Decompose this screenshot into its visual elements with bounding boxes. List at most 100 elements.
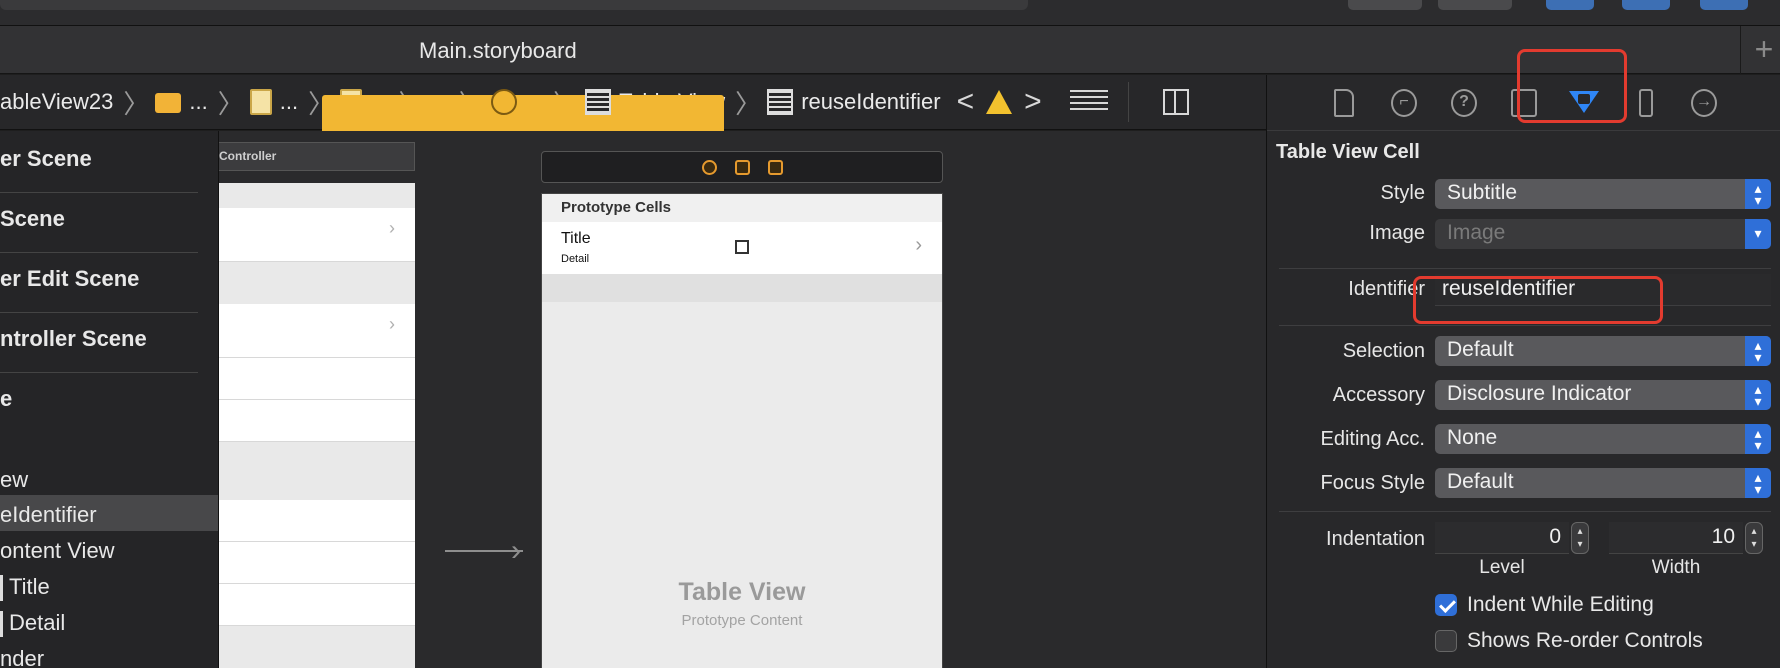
editor-options-icon[interactable] (1069, 90, 1108, 114)
prototype-cells-header: Prototype Cells (542, 194, 942, 222)
chevron-right-icon: › (389, 314, 395, 334)
outline-item[interactable]: Title (0, 574, 50, 602)
chevron-right-icon: 〉 (217, 88, 244, 119)
inspector-toggle-button[interactable] (1700, 0, 1748, 10)
outline-item[interactable]: e (0, 386, 12, 412)
outline-item[interactable]: er Edit Scene (0, 266, 139, 292)
split-editor-icon[interactable] (1162, 89, 1189, 115)
previous-issue-button[interactable]: < (957, 85, 975, 119)
table-row[interactable] (219, 500, 415, 542)
table-row[interactable] (219, 584, 415, 626)
add-tab-button[interactable]: + (1748, 32, 1780, 68)
chevron-right-icon: › (389, 218, 395, 238)
partial-scene[interactable]: Controller › › (219, 142, 415, 668)
shows-reorder-checkbox[interactable]: Shows Re-order Controls (1435, 628, 1703, 654)
label-icon (0, 575, 3, 602)
help-inspector-tab[interactable]: ? (1451, 89, 1477, 117)
exit-icon[interactable] (767, 159, 783, 175)
arrow-right-icon: → (1696, 93, 1712, 110)
checkbox-label: Shows Re-order Controls (1467, 629, 1703, 652)
indentation-level-field[interactable]: 0 (1435, 522, 1569, 554)
size-inspector-tab[interactable] (1633, 89, 1659, 117)
activity-bar (0, 0, 1028, 10)
outline-item[interactable]: ntroller Scene (0, 326, 147, 352)
breadcrumb-folder[interactable]: ... (155, 89, 215, 115)
table-row[interactable] (219, 358, 415, 400)
focus-style-popup[interactable]: Default ▴ ▾ (1435, 468, 1771, 498)
document-outline: er Scene Scene er Edit Scene ntroller Sc… (0, 131, 219, 668)
storyboard-file-icon (249, 89, 272, 115)
divider (1279, 511, 1771, 512)
outline-divider (0, 192, 198, 193)
chevron-updown-icon: ▴ ▾ (1745, 424, 1771, 454)
scene-dock (541, 151, 943, 183)
table-view-placeholder-subtitle: Prototype Content (681, 612, 803, 629)
cell-title-label: Title (561, 230, 591, 247)
file-inspector-tab[interactable] (1331, 89, 1357, 117)
chevron-updown-icon: ▴ ▾ (1745, 179, 1771, 209)
outline-item[interactable]: Detail (0, 610, 65, 638)
next-issue-button[interactable]: > (1024, 85, 1042, 119)
table-row[interactable]: › (219, 208, 415, 262)
chevron-right-icon: › (915, 234, 922, 256)
breadcrumb-scene[interactable]: ... (322, 89, 724, 625)
breadcrumb-cell[interactable]: reuseIdentifier (767, 89, 948, 115)
accessory-popup[interactable]: Disclosure Indicator ▴ ▾ (1435, 380, 1771, 410)
first-responder-icon[interactable] (734, 159, 750, 175)
style-value: Subtitle (1447, 181, 1518, 204)
jump-bar-divider (1127, 82, 1129, 122)
resize-handle[interactable] (735, 240, 749, 254)
chevron-down-icon[interactable]: ▾ (1745, 219, 1771, 249)
table-row[interactable] (219, 400, 415, 442)
tab-main-storyboard[interactable]: Main.storyboard (419, 38, 577, 64)
divider (1279, 325, 1771, 326)
image-combobox[interactable]: Image ▾ (1435, 219, 1771, 249)
table-view-placeholder-title: Table View (678, 578, 806, 606)
cell-detail-label: Detail (561, 253, 590, 265)
outline-item[interactable]: nder (0, 646, 44, 668)
breadcrumb-label: reuseIdentifier (801, 89, 941, 114)
image-placeholder: Image (1447, 221, 1506, 244)
checkbox-unchecked-icon (1435, 630, 1457, 652)
view-controller-icon[interactable] (701, 159, 717, 175)
warning-icon[interactable] (986, 90, 1013, 114)
focus-style-label: Focus Style (1320, 472, 1425, 494)
breadcrumb-project[interactable]: ableView23 (0, 89, 121, 115)
chevron-updown-icon: ▴ ▾ (1745, 468, 1771, 498)
chevron-right-icon: 〉 (735, 88, 762, 119)
storyboard-canvas[interactable]: Controller › › › Prototype Cells Title D… (219, 131, 1266, 668)
outline-item[interactable]: ew (0, 467, 28, 493)
outline-item-selected[interactable]: eIdentifier (0, 502, 97, 528)
indent-while-editing-checkbox[interactable]: Indent While Editing (1435, 592, 1654, 618)
table-view[interactable]: Prototype Cells Title Detail › Table Vie… (541, 193, 943, 668)
section-title: Table View Cell (1276, 141, 1420, 163)
toolbar-button[interactable] (1348, 0, 1422, 10)
width-label: Width (1651, 557, 1701, 578)
outline-item-label: Title (9, 574, 50, 599)
outline-item[interactable]: ontent View (0, 538, 115, 564)
outline-item[interactable]: er Scene (0, 146, 92, 172)
toolbar-button[interactable] (1438, 0, 1512, 10)
outline-item[interactable]: Scene (0, 206, 65, 232)
level-stepper[interactable]: ▴ ▾ (1571, 522, 1589, 554)
table-row[interactable] (219, 542, 415, 584)
table-view-controller-scene[interactable]: Prototype Cells Title Detail › Table Vie… (541, 151, 943, 668)
view-controller-icon (490, 89, 517, 115)
width-stepper[interactable]: ▴ ▾ (1745, 522, 1763, 554)
table-row[interactable]: › (219, 304, 415, 358)
history-inspector-tab[interactable]: ⌐ (1391, 89, 1417, 117)
level-label: Level (1479, 557, 1525, 578)
clock-hands-icon: ⌐ (1399, 93, 1409, 110)
selection-popup[interactable]: Default ▴ ▾ (1435, 336, 1771, 366)
highlight-attributes-tab (1517, 49, 1627, 123)
debug-toggle-button[interactable] (1622, 0, 1670, 10)
indentation-width-field[interactable]: 10 (1609, 522, 1743, 554)
navigator-toggle-button[interactable] (1546, 0, 1594, 10)
image-label: Image (1369, 222, 1425, 244)
breadcrumb-storyboard[interactable]: ... (249, 89, 306, 115)
connections-inspector-tab[interactable]: → (1691, 89, 1717, 117)
editing-acc-popup[interactable]: None ▴ ▾ (1435, 424, 1771, 454)
style-popup[interactable]: Subtitle ▴ ▾ (1435, 179, 1771, 209)
selection-label: Selection (1342, 340, 1425, 362)
label-icon (0, 611, 3, 638)
